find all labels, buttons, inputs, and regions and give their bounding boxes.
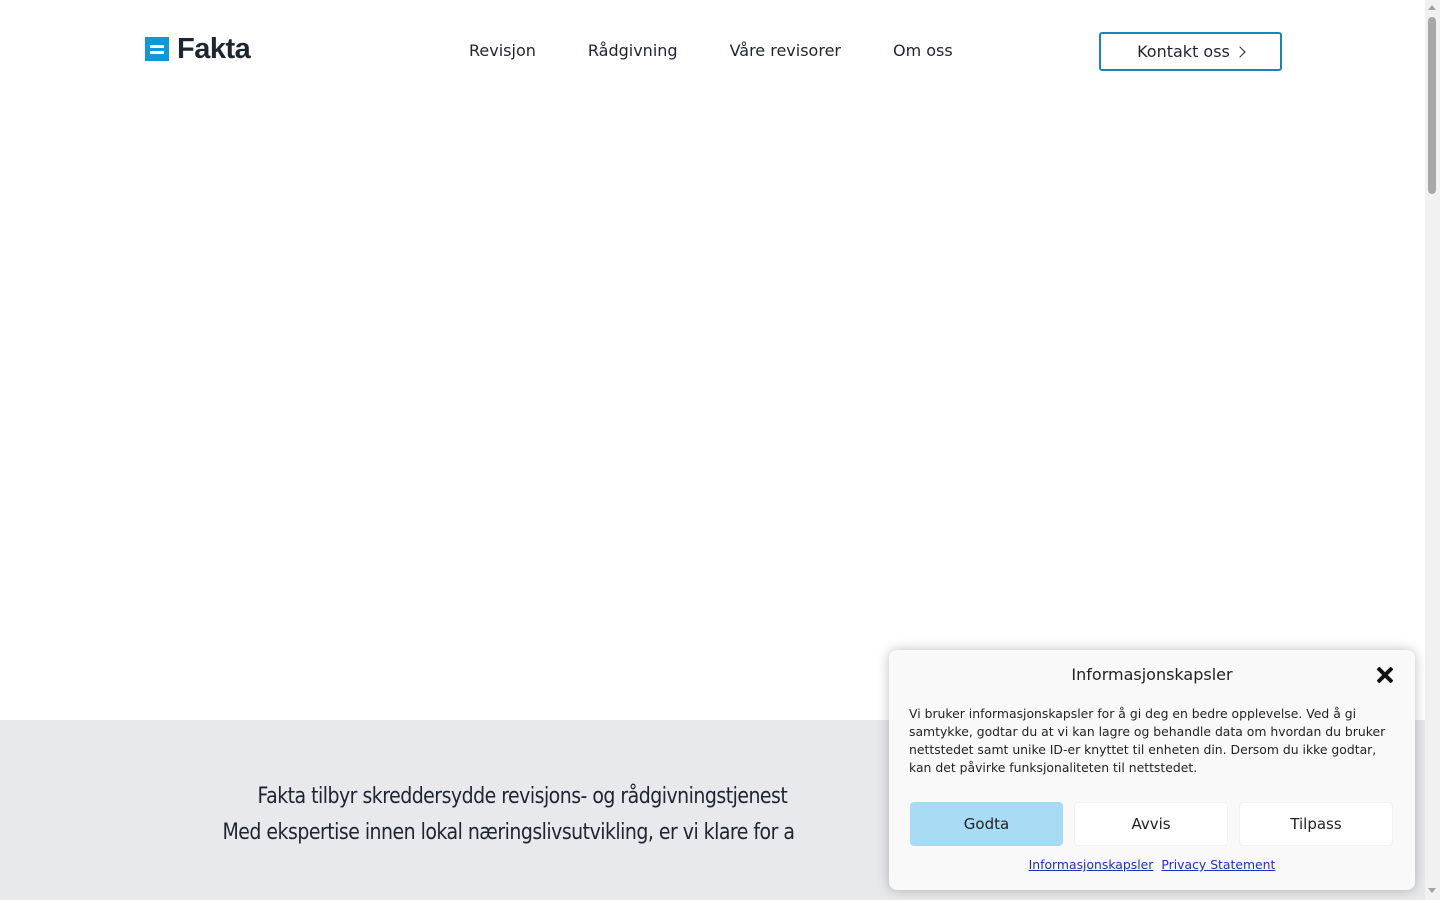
- main-nav: Revisjon Rådgivning Våre revisorer Om os…: [469, 40, 953, 62]
- cookie-links: Informasjonskapsler Privacy Statement: [889, 857, 1415, 872]
- accept-button[interactable]: Godta: [910, 802, 1063, 846]
- privacy-statement-link[interactable]: Privacy Statement: [1161, 857, 1275, 872]
- nav-item-vare-revisorer[interactable]: Våre revisorer: [730, 40, 841, 62]
- scroll-up-arrow-icon[interactable]: [1428, 5, 1436, 10]
- contact-button-label: Kontakt oss: [1137, 42, 1230, 61]
- nav-item-revisjon[interactable]: Revisjon: [469, 40, 536, 62]
- cookie-consent-dialog: Informasjonskapsler Vi bruker informasjo…: [889, 650, 1415, 890]
- close-icon[interactable]: [1376, 666, 1394, 684]
- nav-item-radgivning[interactable]: Rådgivning: [588, 40, 678, 62]
- nav-item-om-oss[interactable]: Om oss: [893, 40, 953, 62]
- scrollbar-thumb[interactable]: [1428, 17, 1436, 194]
- chevron-right-icon: [1234, 46, 1246, 58]
- reject-button[interactable]: Avvis: [1074, 802, 1228, 846]
- page-scrollbar[interactable]: [1425, 0, 1440, 900]
- site-header: Fakta Revisjon Rådgivning Våre revisorer…: [0, 0, 1425, 100]
- scroll-down-arrow-icon[interactable]: [1428, 888, 1436, 893]
- logo-text: Fakta: [177, 33, 251, 65]
- customize-button[interactable]: Tilpass: [1239, 802, 1393, 846]
- logo[interactable]: Fakta: [145, 33, 251, 65]
- cookie-dialog-text: Vi bruker informasjonskapsler for å gi d…: [909, 706, 1386, 775]
- contact-button[interactable]: Kontakt oss: [1099, 32, 1282, 71]
- cookie-buttons: Godta Avvis Tilpass: [910, 802, 1393, 846]
- cookie-dialog-title: Informasjonskapsler: [1071, 665, 1233, 684]
- cookie-policy-link[interactable]: Informasjonskapsler: [1029, 857, 1154, 872]
- logo-mark-icon: [145, 37, 169, 61]
